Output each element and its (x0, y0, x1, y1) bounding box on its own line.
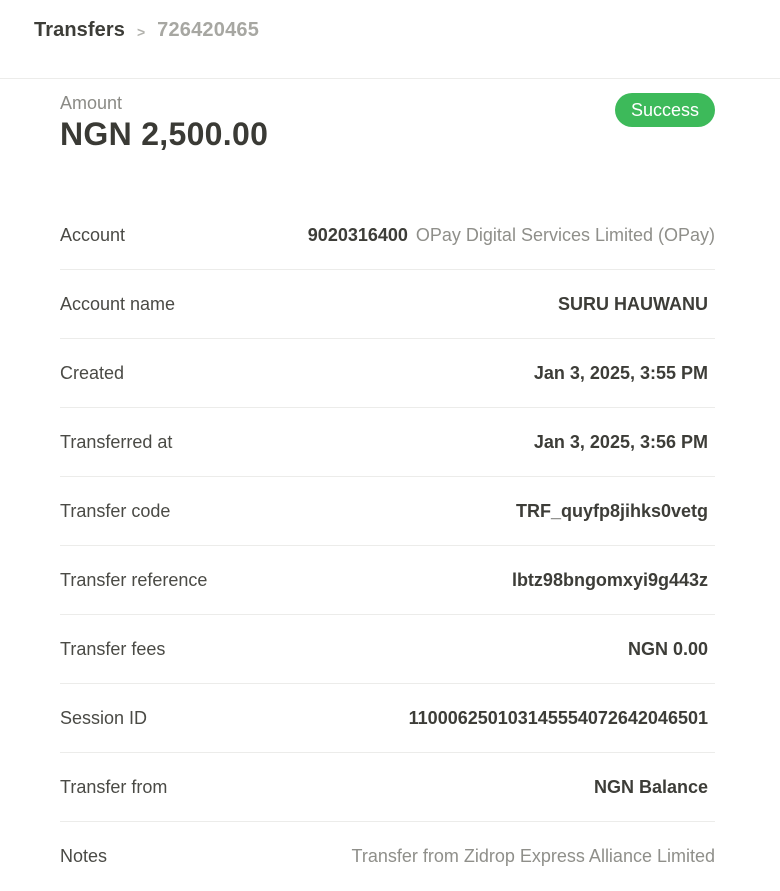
notes-label: Notes (60, 846, 108, 866)
detail-row-notes: Notes Transfer from Zidrop Express Allia… (60, 822, 715, 891)
account-name-value: SURU HAUWANU (558, 293, 708, 314)
transfer-fees-value: NGN 0.00 (627, 638, 708, 659)
detail-row-transfer-reference: Transfer reference lbtz98bngomxyi9g443z (60, 546, 715, 615)
transferred-at-value: Jan 3, 2025, 3:56 PM (533, 431, 708, 452)
account-label: Account (60, 224, 126, 245)
status-badge: Success (614, 93, 715, 127)
transfer-reference-label: Transfer reference (60, 569, 208, 590)
detail-row-account-name: Account name SURU HAUWANU (60, 270, 715, 339)
account-name-label: Account name (60, 293, 176, 314)
session-id-value: 110006250103145554072642046501 (408, 707, 708, 728)
transfer-from-label: Transfer from (60, 776, 168, 797)
transfer-fees-label: Transfer fees (60, 638, 166, 659)
transferred-at-label: Transferred at (60, 431, 173, 452)
account-number: 9020316400 (307, 224, 408, 245)
session-id-label: Session ID (60, 707, 148, 728)
breadcrumb-separator-icon: > (136, 24, 146, 40)
notes-value: Transfer from Zidrop Express Alliance Li… (351, 846, 715, 866)
transfer-from-value: NGN Balance (593, 776, 708, 797)
transfer-reference-value: lbtz98bngomxyi9g443z (511, 569, 708, 590)
detail-row-transferred-at: Transferred at Jan 3, 2025, 3:56 PM (60, 408, 715, 477)
amount-label: Amount (60, 93, 123, 113)
detail-row-account: Account 9020316400 OPay Digital Services… (60, 201, 715, 270)
detail-row-transfer-from: Transfer from NGN Balance (60, 753, 715, 822)
detail-row-transfer-fees: Transfer fees NGN 0.00 (60, 615, 715, 684)
account-bank-name: OPay Digital Services Limited (OPay) (415, 224, 715, 245)
account-value: 9020316400 OPay Digital Services Limited… (308, 225, 715, 246)
breadcrumb: Transfers > 726420465 (0, 0, 780, 79)
detail-row-created: Created Jan 3, 2025, 3:55 PM (60, 339, 715, 408)
transfer-details-list: Account 9020316400 OPay Digital Services… (60, 201, 715, 891)
created-value: Jan 3, 2025, 3:55 PM (533, 362, 708, 383)
amount-value: NGN 2,500.00 (60, 116, 269, 152)
transfer-code-label: Transfer code (60, 500, 171, 521)
detail-row-transfer-code: Transfer code TRF_quyfp8jihks0vetg (60, 477, 715, 546)
breadcrumb-current-id: 726420465 (157, 19, 260, 41)
amount-summary: Amount NGN 2,500.00 Success (60, 93, 715, 163)
transfer-code-value: TRF_quyfp8jihks0vetg (515, 500, 708, 521)
breadcrumb-transfers-link[interactable]: Transfers (34, 19, 125, 42)
created-label: Created (60, 362, 125, 383)
detail-row-session-id: Session ID 11000625010314555407264204650… (60, 684, 715, 753)
